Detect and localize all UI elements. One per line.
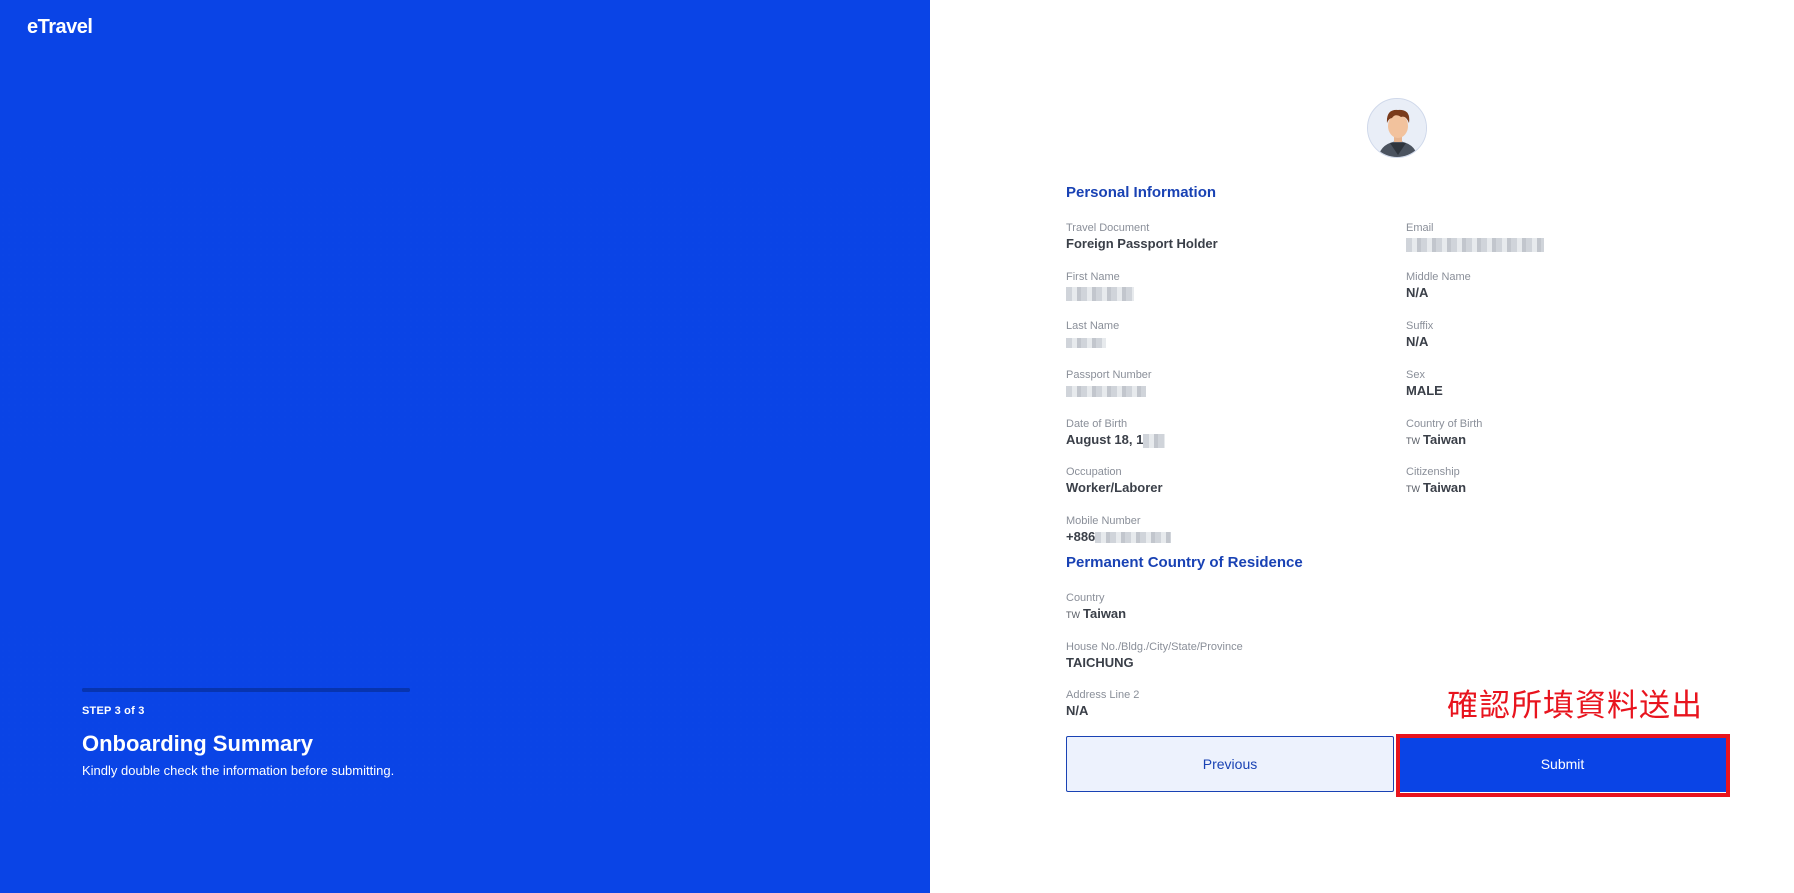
country-name: Taiwan [1423,480,1467,495]
field-citizenship: Citizenship TW Taiwan [1406,466,1466,495]
field-label: Passport Number [1066,369,1152,381]
field-last-name: Last Name [1066,320,1119,349]
field-label: Country of Birth [1406,418,1483,430]
field-value: Worker/Laborer [1066,480,1163,495]
field-email: Email [1406,222,1544,252]
redacted-value [1066,386,1146,398]
field-label: Citizenship [1406,466,1460,478]
redacted-value [1095,532,1172,544]
redacted-value [1406,237,1544,252]
field-value: August 18, 1 [1066,432,1166,448]
field-label: Address Line 2 [1066,689,1140,701]
field-label: House No./Bldg./City/State/Province [1066,641,1243,653]
dob-text: August 18, 1 [1066,432,1144,447]
field-label: Travel Document [1066,222,1150,234]
field-country: Country TW Taiwan [1066,592,1126,621]
field-value [1406,236,1544,252]
redacted-value [1143,433,1166,448]
field-value: TW Taiwan [1406,480,1466,495]
field-value: N/A [1406,334,1429,349]
step-label: STEP 3 of 3 [82,705,145,717]
field-value: TW Taiwan [1406,432,1482,447]
field-value: N/A [1066,703,1089,718]
step-summary: STEP 3 of 3 Onboarding Summary Kindly do… [82,688,410,778]
field-label: Country [1066,592,1105,604]
field-label: Sex [1406,369,1425,381]
field-address-line-1: House No./Bldg./City/State/Province TAIC… [1066,641,1243,670]
field-value: +886 [1066,529,1172,544]
annotation-text: 確認所填資料送出 [1447,688,1703,724]
mobile-prefix: +886 [1066,529,1096,544]
field-label: Date of Birth [1066,418,1128,430]
field-label: Mobile Number [1066,515,1141,527]
field-date-of-birth: Date of Birth August 18, 1 [1066,418,1166,448]
field-passport-number: Passport Number [1066,369,1152,398]
field-label: Last Name [1066,320,1120,332]
field-label: Middle Name [1406,271,1471,283]
step-progress-bar [82,688,410,692]
redacted-value [1066,337,1106,348]
etravel-logo: eTravel [27,16,93,38]
redacted-value [1066,286,1134,301]
field-middle-name: Middle Name N/A [1406,271,1471,300]
previous-button[interactable]: Previous [1066,736,1394,792]
field-value: TW Taiwan [1066,606,1126,621]
country-name: Taiwan [1423,432,1467,447]
field-label: Occupation [1066,466,1122,478]
field-suffix: Suffix N/A [1406,320,1433,349]
country-code: TW [1066,610,1080,620]
step-title: Onboarding Summary [82,731,314,756]
field-sex: Sex MALE [1406,369,1443,398]
field-value: TAICHUNG [1066,655,1134,670]
field-mobile-number: Mobile Number +886 [1066,515,1172,544]
country-code: TW [1406,436,1420,446]
submit-button[interactable]: Submit [1399,736,1726,792]
country-code: TW [1406,484,1420,494]
country-name: Taiwan [1083,606,1127,621]
field-value: Foreign Passport Holder [1066,236,1218,251]
step-progress-fill [82,688,410,692]
field-value [1066,285,1134,301]
field-value [1066,383,1152,398]
hero-panel: eTravel STEP 3 of 3 Onboarding Summary K… [0,0,930,893]
field-occupation: Occupation Worker/Laborer [1066,466,1163,495]
field-first-name: First Name [1066,271,1134,301]
field-label: Email [1406,222,1434,234]
field-travel-document: Travel Document Foreign Passport Holder [1066,222,1218,251]
section-title-residence: Permanent Country of Residence [1066,554,1303,571]
avatar [1367,98,1427,158]
user-avatar-icon [1368,99,1426,157]
field-label: First Name [1066,271,1120,283]
section-title-personal: Personal Information [1066,184,1217,201]
step-subtitle: Kindly double check the information befo… [82,763,395,778]
field-value [1066,334,1119,349]
field-value: N/A [1406,285,1429,300]
field-country-of-birth: Country of Birth TW Taiwan [1406,418,1482,447]
field-address-line-2: Address Line 2 N/A [1066,689,1139,718]
field-label: Suffix [1406,320,1434,332]
field-value: MALE [1406,383,1443,398]
summary-panel: Personal Information Travel Document For… [930,0,1794,893]
